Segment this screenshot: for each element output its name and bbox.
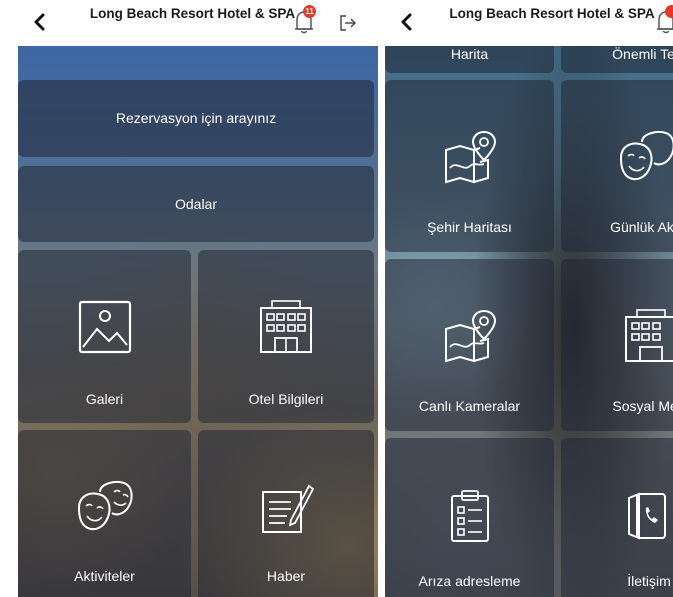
hotel-building-icon (260, 300, 312, 353)
live-cameras-tile[interactable]: Canlı Kameralar (385, 259, 554, 431)
important-phones-tile-partial[interactable]: Önemli Tele (561, 46, 673, 73)
phone-book-icon (628, 492, 666, 540)
map-tile-partial[interactable]: Harita (385, 46, 554, 73)
logout-icon[interactable] (338, 13, 358, 33)
gallery-label: Galeri (85, 391, 124, 407)
menu-grid: Rezervasyon için arayınız Odalar Galeri (18, 46, 378, 597)
top-bar: Long Beach Resort Hotel & SPA (385, 0, 673, 46)
activities-tile[interactable]: Aktiviteler (18, 430, 191, 597)
theater-masks-icon (619, 131, 673, 181)
notifications-button[interactable] (651, 5, 673, 37)
right-screen: Long Beach Resort Hotel & SPA Harita Öne… (385, 0, 673, 597)
hotel-building-icon (625, 309, 673, 362)
social-media-label: Sosyal Med (612, 398, 673, 414)
contact-label: İletişim (627, 573, 671, 589)
hotel-info-label: Otel Bilgileri (248, 391, 324, 407)
image-icon (78, 300, 131, 354)
daily-activities-tile[interactable]: Günlük Aktiv (561, 80, 673, 252)
daily-activities-label: Günlük Aktiv (610, 219, 673, 235)
reservation-tile[interactable]: Rezervasyon için arayınız (18, 80, 374, 157)
social-media-tile[interactable]: Sosyal Med (561, 259, 673, 431)
page-title: Long Beach Resort Hotel & SPA (449, 6, 655, 21)
news-tile[interactable]: Haber (198, 430, 374, 597)
rooms-tile[interactable]: Odalar (18, 166, 374, 242)
theater-masks-icon (77, 481, 132, 531)
left-screen: Long Beach Resort Hotel & SPA 11 Rezerva… (0, 0, 378, 597)
page-title: Long Beach Resort Hotel & SPA (89, 6, 296, 21)
reservation-label: Rezervasyon için arayınız (115, 110, 277, 126)
news-label: Haber (266, 568, 306, 584)
city-map-label: Şehir Haritası (427, 219, 512, 235)
hotel-info-tile[interactable]: Otel Bilgileri (198, 250, 374, 423)
activities-label: Aktiviteler (74, 568, 135, 584)
notification-badge (665, 5, 673, 18)
contact-tile[interactable]: İletişim (561, 438, 673, 597)
fault-report-label: Arıza adresleme (418, 573, 521, 589)
city-map-tile[interactable]: Şehir Haritası (385, 80, 554, 252)
map-pin-icon (444, 130, 496, 184)
top-bar: Long Beach Resort Hotel & SPA 11 (0, 0, 378, 46)
live-cameras-label: Canlı Kameralar (418, 398, 521, 414)
important-phones-partial-label: Önemli Tele (612, 46, 673, 62)
fault-report-tile[interactable]: Arıza adresleme (385, 438, 554, 597)
clipboard-list-icon (450, 490, 489, 542)
note-pencil-icon (262, 484, 315, 533)
notifications-button[interactable]: 11 (289, 5, 319, 37)
menu-grid: Harita Önemli Tele Şehir Haritası (385, 46, 673, 597)
back-icon[interactable] (30, 12, 50, 32)
rooms-label: Odalar (174, 196, 218, 212)
map-pin-icon (444, 309, 496, 363)
notification-badge: 11 (303, 5, 316, 18)
gallery-tile[interactable]: Galeri (18, 250, 191, 423)
back-icon[interactable] (397, 12, 417, 32)
map-partial-label: Harita (450, 46, 489, 62)
